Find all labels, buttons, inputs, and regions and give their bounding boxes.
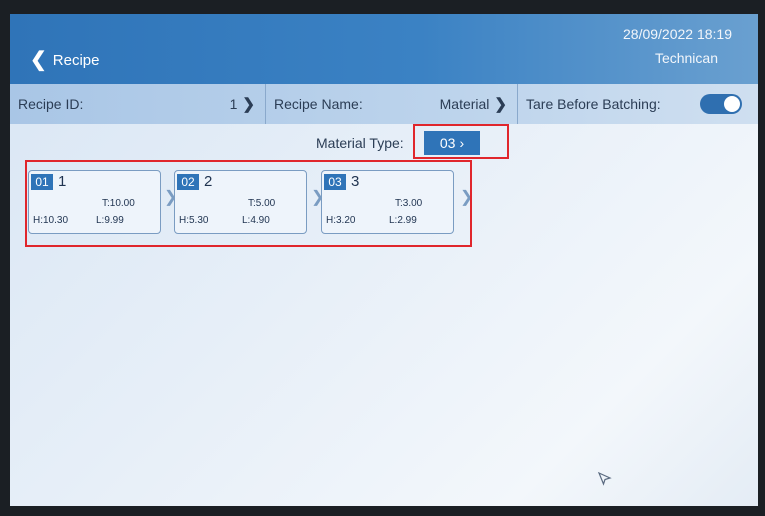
- tare-label: Tare Before Batching:: [526, 96, 661, 112]
- chevron-right-icon: ❯: [242, 96, 255, 113]
- recipe-name-selector[interactable]: Material ❯: [440, 95, 507, 113]
- chevron-right-icon: ❯: [494, 96, 507, 113]
- tare-toggle[interactable]: [700, 94, 742, 114]
- hmi-screen: ❮ Recipe 28/09/2022 18:19 Technican Reci…: [10, 14, 758, 506]
- header-bar: ❮ Recipe 28/09/2022 18:19 Technican: [10, 14, 758, 84]
- recipe-name-value: Material: [439, 96, 490, 112]
- material-type-highlight-box: [413, 124, 509, 159]
- recipe-id-value: 1: [229, 96, 238, 112]
- toggle-knob: [724, 96, 740, 112]
- recipe-name-cell[interactable]: Recipe Name: Material ❯: [266, 84, 518, 124]
- datetime-display: 28/09/2022 18:19: [623, 26, 732, 42]
- user-role: Technican: [654, 50, 718, 66]
- tare-cell: Tare Before Batching:: [518, 84, 758, 124]
- material-cards-highlight-box: [25, 160, 472, 247]
- recipe-id-cell[interactable]: Recipe ID: 1 ❯: [10, 84, 266, 124]
- back-button-label: Recipe: [52, 51, 100, 69]
- recipe-name-label: Recipe Name:: [274, 96, 363, 112]
- recipe-info-row: Recipe ID: 1 ❯ Recipe Name: Material ❯ T…: [10, 84, 758, 124]
- mouse-pointer-icon: [598, 472, 612, 486]
- material-type-label: Material Type:: [316, 135, 404, 151]
- chevron-left-icon: ❮: [30, 49, 47, 71]
- recipe-id-label: Recipe ID:: [18, 96, 84, 112]
- recipe-id-selector[interactable]: 1 ❯: [230, 95, 255, 113]
- back-button[interactable]: ❮ Recipe: [30, 46, 99, 74]
